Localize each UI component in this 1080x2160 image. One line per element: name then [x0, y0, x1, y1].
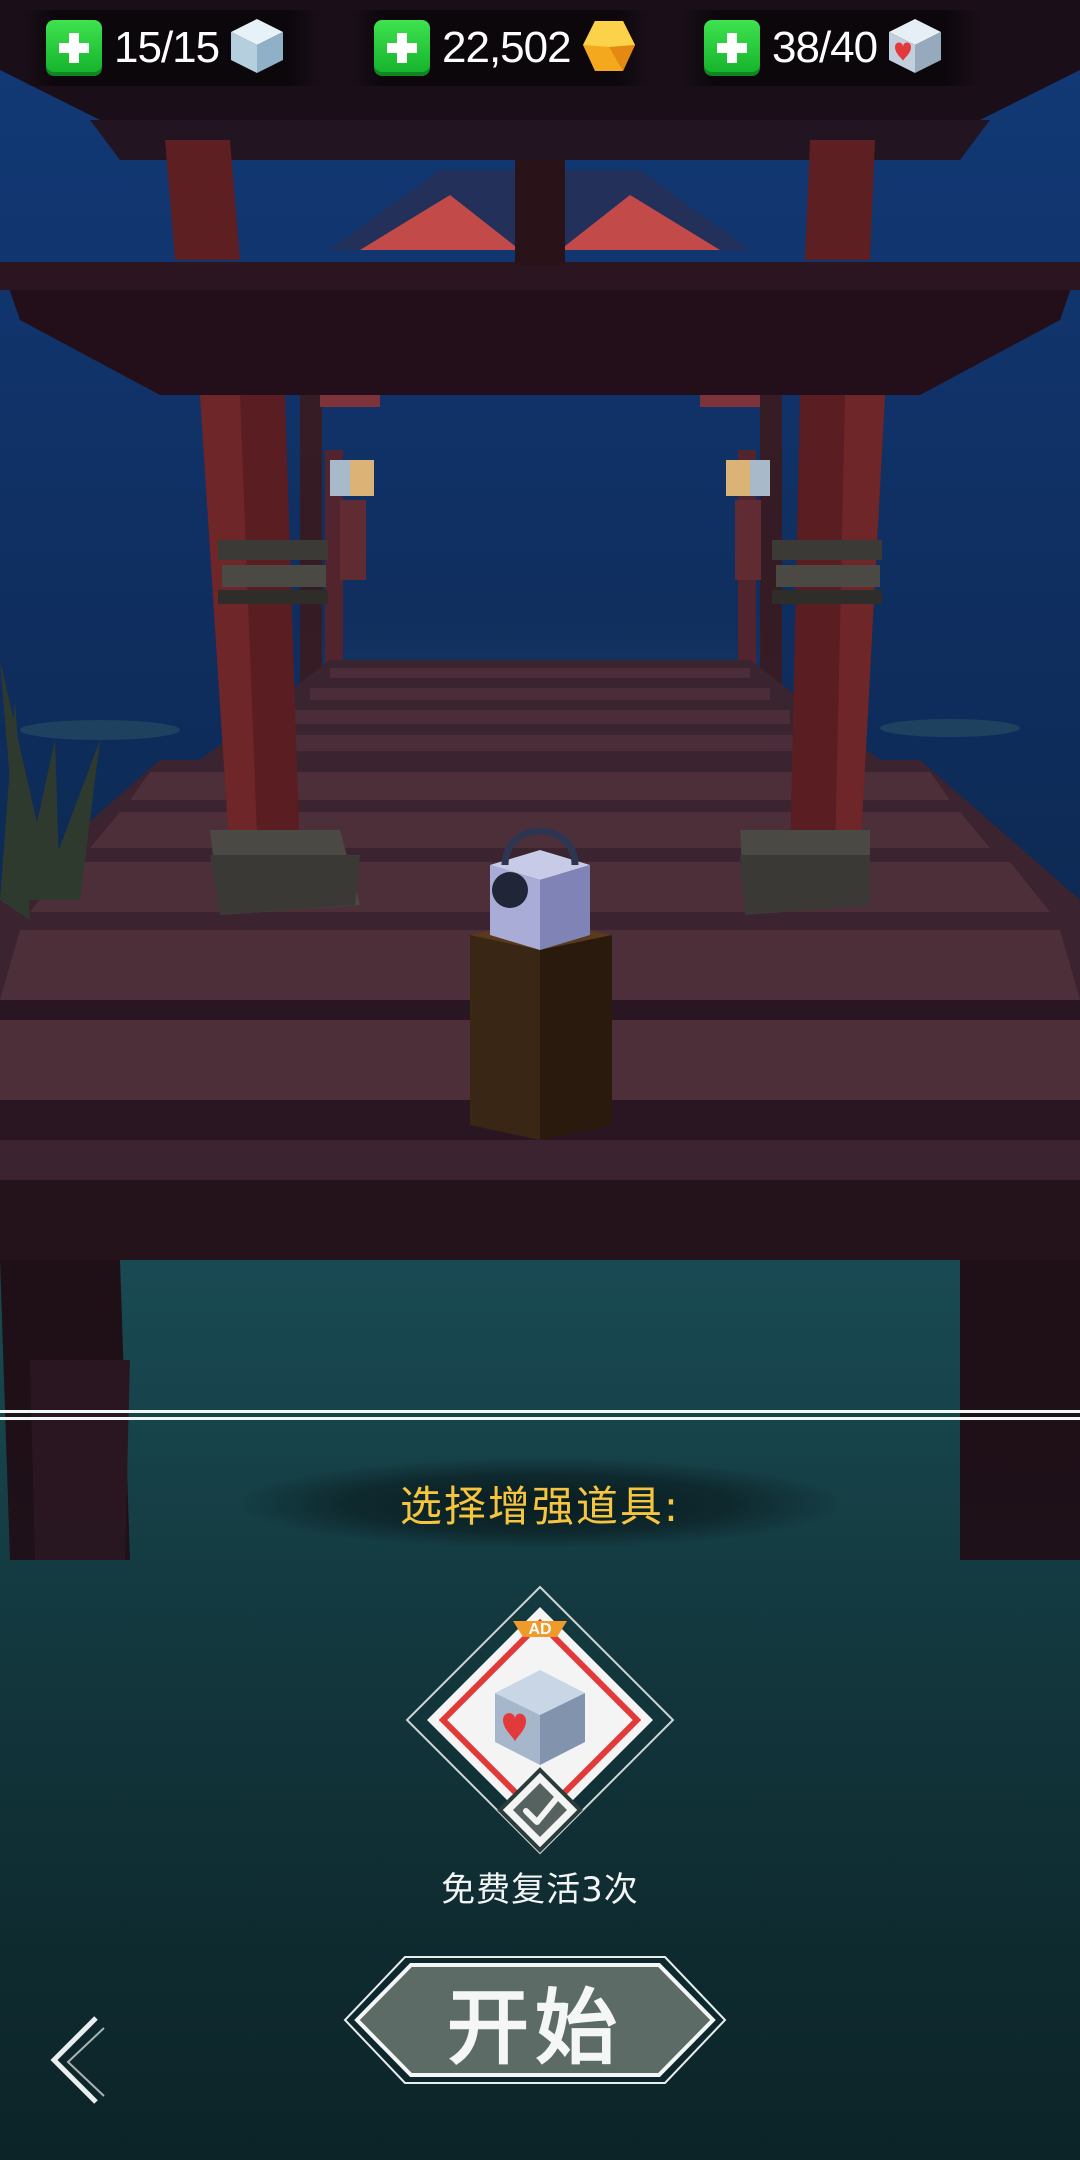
gold-gem-icon — [581, 17, 637, 79]
add-revive-button[interactable] — [704, 20, 760, 76]
revive-value: 38/40 — [772, 23, 878, 72]
revive-booster-card[interactable]: AD — [405, 1585, 675, 1855]
booster-description: 免费复活3次 — [441, 1870, 639, 1910]
resource-bar: 15/15 22,502 38/40 — [0, 10, 1080, 90]
plus-icon — [387, 33, 417, 63]
start-button[interactable]: 开始 — [343, 1955, 727, 2085]
ad-badge-text: AD — [528, 1621, 551, 1638]
add-energy-button[interactable] — [46, 20, 102, 76]
booster-section-title: 选择增强道具: — [399, 1481, 681, 1531]
chevron-left-icon — [50, 2016, 105, 2104]
heart-cube-icon — [887, 17, 943, 79]
start-button-label: 开始 — [446, 1980, 623, 2076]
add-gems-button[interactable] — [374, 20, 430, 76]
plus-icon — [59, 33, 89, 63]
plus-icon — [717, 33, 747, 63]
ice-cube-icon — [229, 17, 285, 79]
gem-value: 22,502 — [442, 23, 572, 72]
booster-title-banner: 选择增强道具: — [240, 1458, 840, 1548]
revive-counter: 38/40 — [680, 10, 980, 86]
gem-counter: 22,502 — [350, 10, 650, 86]
back-button[interactable] — [44, 2012, 114, 2108]
energy-counter: 15/15 — [22, 10, 322, 86]
energy-value: 15/15 — [114, 23, 220, 72]
section-divider — [0, 1410, 1080, 1420]
